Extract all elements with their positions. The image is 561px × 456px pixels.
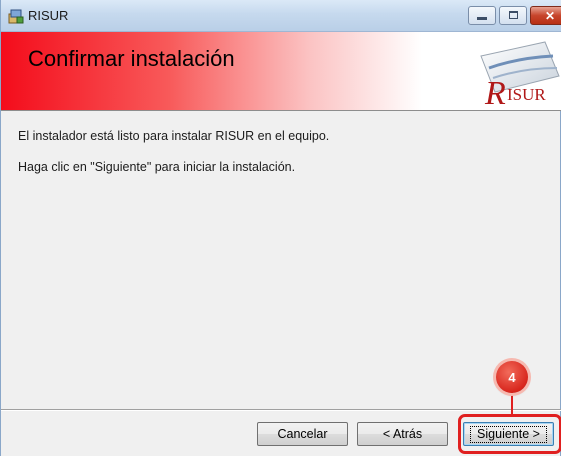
- ready-message: El instalador está listo para instalar R…: [18, 129, 330, 143]
- minimize-icon: [477, 17, 487, 20]
- annotation-connector: [511, 390, 513, 415]
- step-number-badge: 4: [496, 361, 528, 393]
- maximize-icon: [509, 11, 518, 19]
- header-banner: Confirmar instalación R ISUR: [1, 32, 561, 111]
- title-bar[interactable]: RISUR ✕: [1, 0, 561, 32]
- next-button-highlight: [458, 414, 561, 454]
- minimize-button[interactable]: [468, 6, 496, 25]
- risur-logo: R ISUR: [480, 41, 560, 108]
- instruction-message: Haga clic en "Siguiente" para iniciar la…: [18, 160, 296, 174]
- svg-text:R: R: [484, 75, 506, 108]
- back-button[interactable]: < Atrás: [357, 422, 448, 446]
- close-button[interactable]: ✕: [530, 6, 561, 25]
- back-button-label: < Atrás: [382, 427, 423, 441]
- maximize-button[interactable]: [499, 6, 527, 25]
- page-title: Confirmar instalación: [28, 46, 235, 71]
- close-icon: ✕: [544, 8, 556, 23]
- cancel-button-label: Cancelar: [277, 427, 328, 441]
- bottom-divider: [1, 409, 561, 411]
- cancel-button[interactable]: Cancelar: [257, 422, 348, 446]
- svg-text:ISUR: ISUR: [507, 85, 546, 104]
- installer-window: RISUR ✕ Confirmar instalación R ISUR El …: [0, 0, 561, 456]
- window-title: RISUR: [28, 8, 69, 23]
- installer-app-icon: [8, 8, 24, 24]
